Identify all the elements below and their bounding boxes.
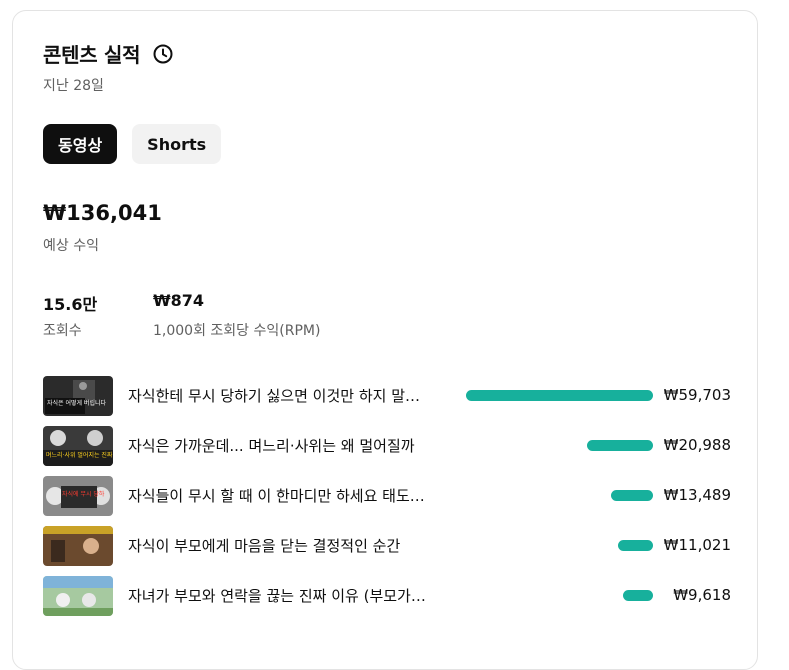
video-thumbnail[interactable]: 자식은 어떻게 버립니다	[43, 376, 113, 416]
video-row[interactable]: 자식에 무시 당하 자식들이 무시 할 때 이 한마디만 하세요 태도가 바뀝니…	[43, 475, 733, 525]
rpm-label: 1,000회 조회당 수익(RPM)	[153, 323, 321, 339]
thumbnail-caption: 자식에 무시 당하	[62, 490, 105, 498]
video-title[interactable]: 자식들이 무시 할 때 이 한마디만 하세요 태도가 바뀝니다	[128, 485, 428, 506]
revenue-bar	[587, 440, 653, 451]
revenue-bar-track	[463, 590, 653, 601]
video-revenue: ₩20,988	[663, 436, 731, 454]
video-row[interactable]: 자식은 어떻게 버립니다 자식한테 무시 당하기 싫으면 이것만 하지 말아라 …	[43, 375, 733, 425]
revenue-bar	[618, 540, 653, 551]
content-type-tabs: 동영상 Shorts	[43, 124, 236, 164]
content-performance-card: 콘텐츠 실적 지난 28일 동영상 Shorts ₩136,041 예상 수익 …	[12, 10, 758, 670]
video-thumbnail[interactable]	[43, 576, 113, 616]
video-thumbnail[interactable]: 며느리·사위 멀어지는 진짜 이유	[43, 426, 113, 466]
tab-shorts[interactable]: Shorts	[132, 124, 222, 164]
video-row[interactable]: 며느리·사위 멀어지는 진짜 이유 자식은 가까운데... 며느리·사위는 왜 …	[43, 425, 733, 475]
period-label: 지난 28일	[43, 78, 104, 94]
revenue-bar-track	[463, 440, 653, 451]
video-title[interactable]: 자식은 가까운데... 며느리·사위는 왜 멀어질까	[128, 435, 428, 456]
revenue-bar	[466, 390, 653, 401]
tab-videos[interactable]: 동영상	[43, 124, 118, 164]
top-videos-list: 자식은 어떻게 버립니다 자식한테 무시 당하기 싫으면 이것만 하지 말아라 …	[43, 375, 733, 625]
video-revenue: ₩13,489	[663, 486, 731, 504]
revenue-bar	[623, 590, 653, 601]
rpm-value: ₩874	[153, 291, 205, 310]
revenue-bar-track	[463, 390, 653, 401]
video-row[interactable]: 자식이 부모에게 마음을 닫는 결정적인 순간 ₩11,021	[43, 525, 733, 575]
estimated-revenue-label: 예상 수익	[43, 238, 99, 254]
thumbnail-caption: 자식은 어떻게 버립니다	[47, 399, 106, 407]
clock-icon[interactable]	[152, 43, 174, 65]
video-thumbnail[interactable]: 자식에 무시 당하	[43, 476, 113, 516]
revenue-bar	[611, 490, 653, 501]
video-title[interactable]: 자식이 부모에게 마음을 닫는 결정적인 순간	[128, 535, 428, 556]
card-header: 콘텐츠 실적	[43, 39, 174, 68]
estimated-revenue-value: ₩136,041	[43, 201, 162, 225]
views-label: 조회수	[43, 323, 82, 339]
video-revenue: ₩11,021	[663, 536, 731, 554]
thumbnail-caption: 며느리·사위 멀어지는 진짜 이유	[46, 451, 113, 459]
video-title[interactable]: 자식한테 무시 당하기 싫으면 이것만 하지 말아라	[128, 385, 428, 406]
video-row[interactable]: 자녀가 부모와 연락을 끊는 진짜 이유 (부모가 모르는) ₩9,618	[43, 575, 733, 625]
views-value: 15.6만	[43, 295, 98, 314]
revenue-bar-track	[463, 490, 653, 501]
video-revenue: ₩9,618	[673, 586, 731, 604]
revenue-bar-track	[463, 540, 653, 551]
card-title: 콘텐츠 실적	[43, 43, 141, 67]
video-thumbnail[interactable]	[43, 526, 113, 566]
video-revenue: ₩59,703	[663, 386, 731, 404]
video-title[interactable]: 자녀가 부모와 연락을 끊는 진짜 이유 (부모가 모르는)	[128, 585, 428, 606]
